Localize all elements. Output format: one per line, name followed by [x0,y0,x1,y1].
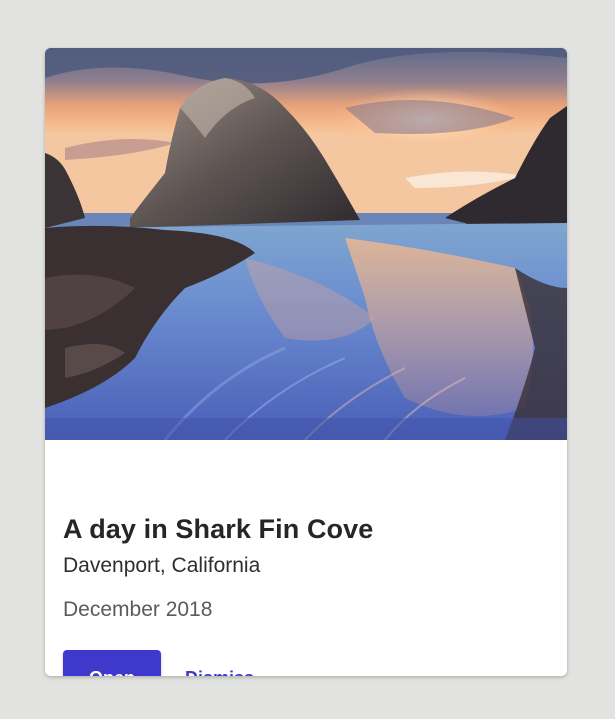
open-button[interactable]: Open [63,650,161,676]
card-actions: Open Dismiss [63,650,264,676]
card-image [45,48,567,440]
card-subtitle: Davenport, California [63,554,261,577]
media-card: A day in Shark Fin Cove Davenport, Calif… [45,48,567,676]
dismiss-button[interactable]: Dismiss [175,658,264,677]
card-title: A day in Shark Fin Cove [63,514,374,544]
card-date: December 2018 [63,598,213,621]
